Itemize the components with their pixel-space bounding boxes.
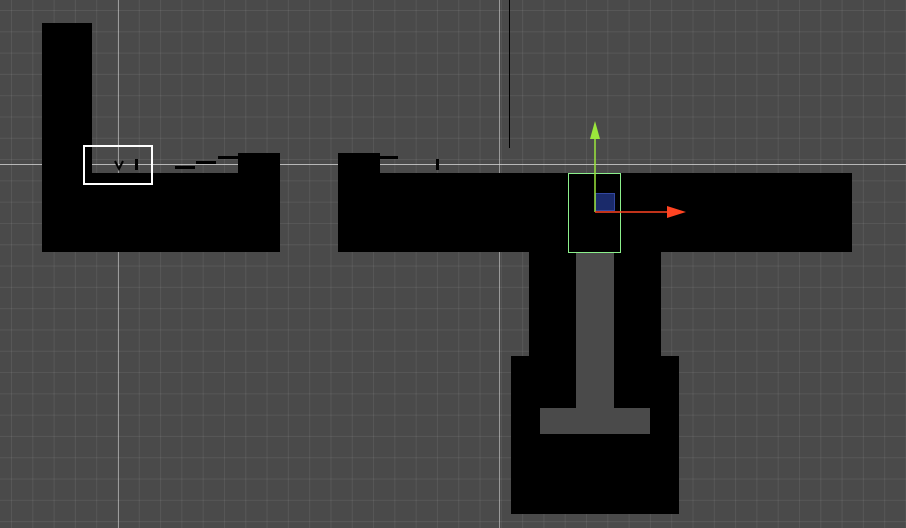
scene-viewport[interactable] bbox=[0, 0, 906, 528]
x-axis-arrow-icon bbox=[667, 206, 686, 218]
move-tool-gizmo[interactable] bbox=[0, 0, 906, 528]
y-axis-arrow-icon bbox=[590, 121, 600, 139]
